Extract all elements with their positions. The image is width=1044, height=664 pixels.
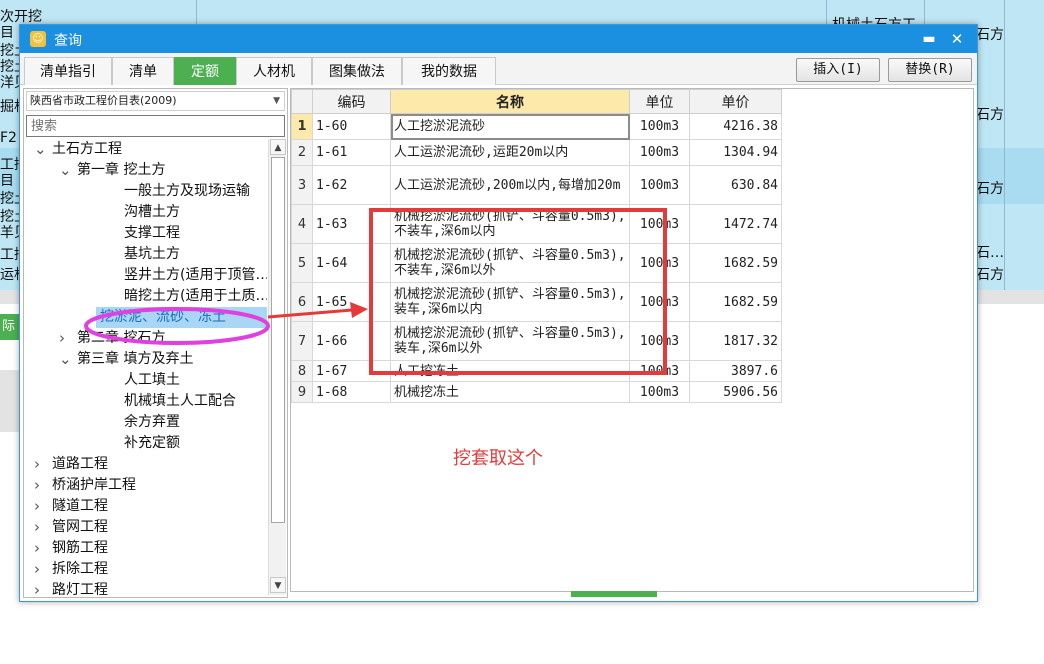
- annotation-arrow-head: [350, 302, 368, 318]
- highlight-rectangle: [369, 208, 667, 375]
- highlight-ellipse: [84, 307, 270, 345]
- annotation-arrow-line: [267, 308, 353, 319]
- annotation-layer: [84, 208, 667, 375]
- annotation-text: 挖套取这个: [453, 448, 543, 469]
